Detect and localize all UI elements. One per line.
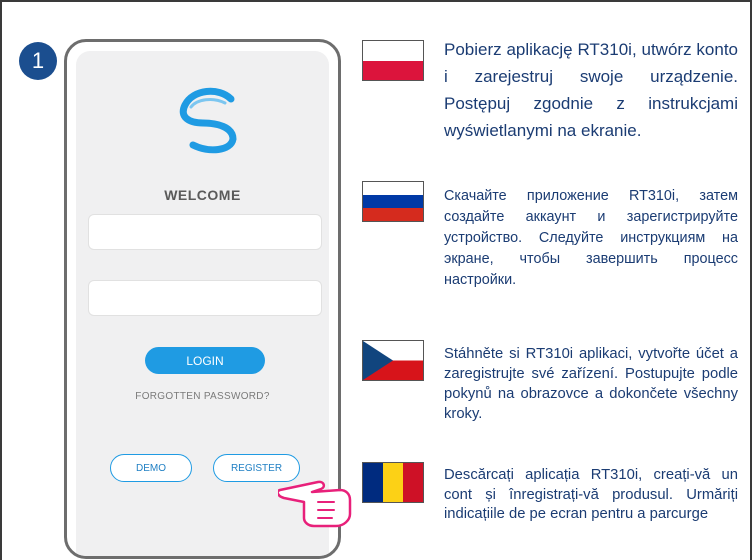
pointing-hand-icon [278, 480, 352, 528]
czech-flag-icon [362, 340, 424, 381]
russia-flag-icon [362, 181, 424, 222]
poland-flag-icon [362, 40, 424, 81]
forgot-password-link[interactable]: FORGOTTEN PASSWORD? [76, 391, 329, 402]
welcome-heading: WELCOME [164, 187, 241, 203]
instruction-polish: Pobierz aplikację RT310i, utwórz konto i… [444, 40, 738, 140]
romania-flag-icon [362, 462, 424, 503]
instruction-czech: Stáhněte si RT310i aplikaci, vytvořte úč… [444, 346, 738, 422]
instruction-romanian: Descărcați aplicația RT310i, creați-vă u… [444, 467, 738, 522]
demo-button[interactable]: DEMO [110, 454, 192, 482]
step-number-badge: 1 [19, 42, 57, 80]
password-field[interactable] [88, 280, 322, 316]
username-field[interactable] [88, 214, 322, 250]
login-button[interactable]: LOGIN [145, 347, 265, 374]
instruction-russian: Скачайте приложение RT310i, затем создай… [444, 188, 738, 288]
app-logo-icon [179, 87, 237, 154]
